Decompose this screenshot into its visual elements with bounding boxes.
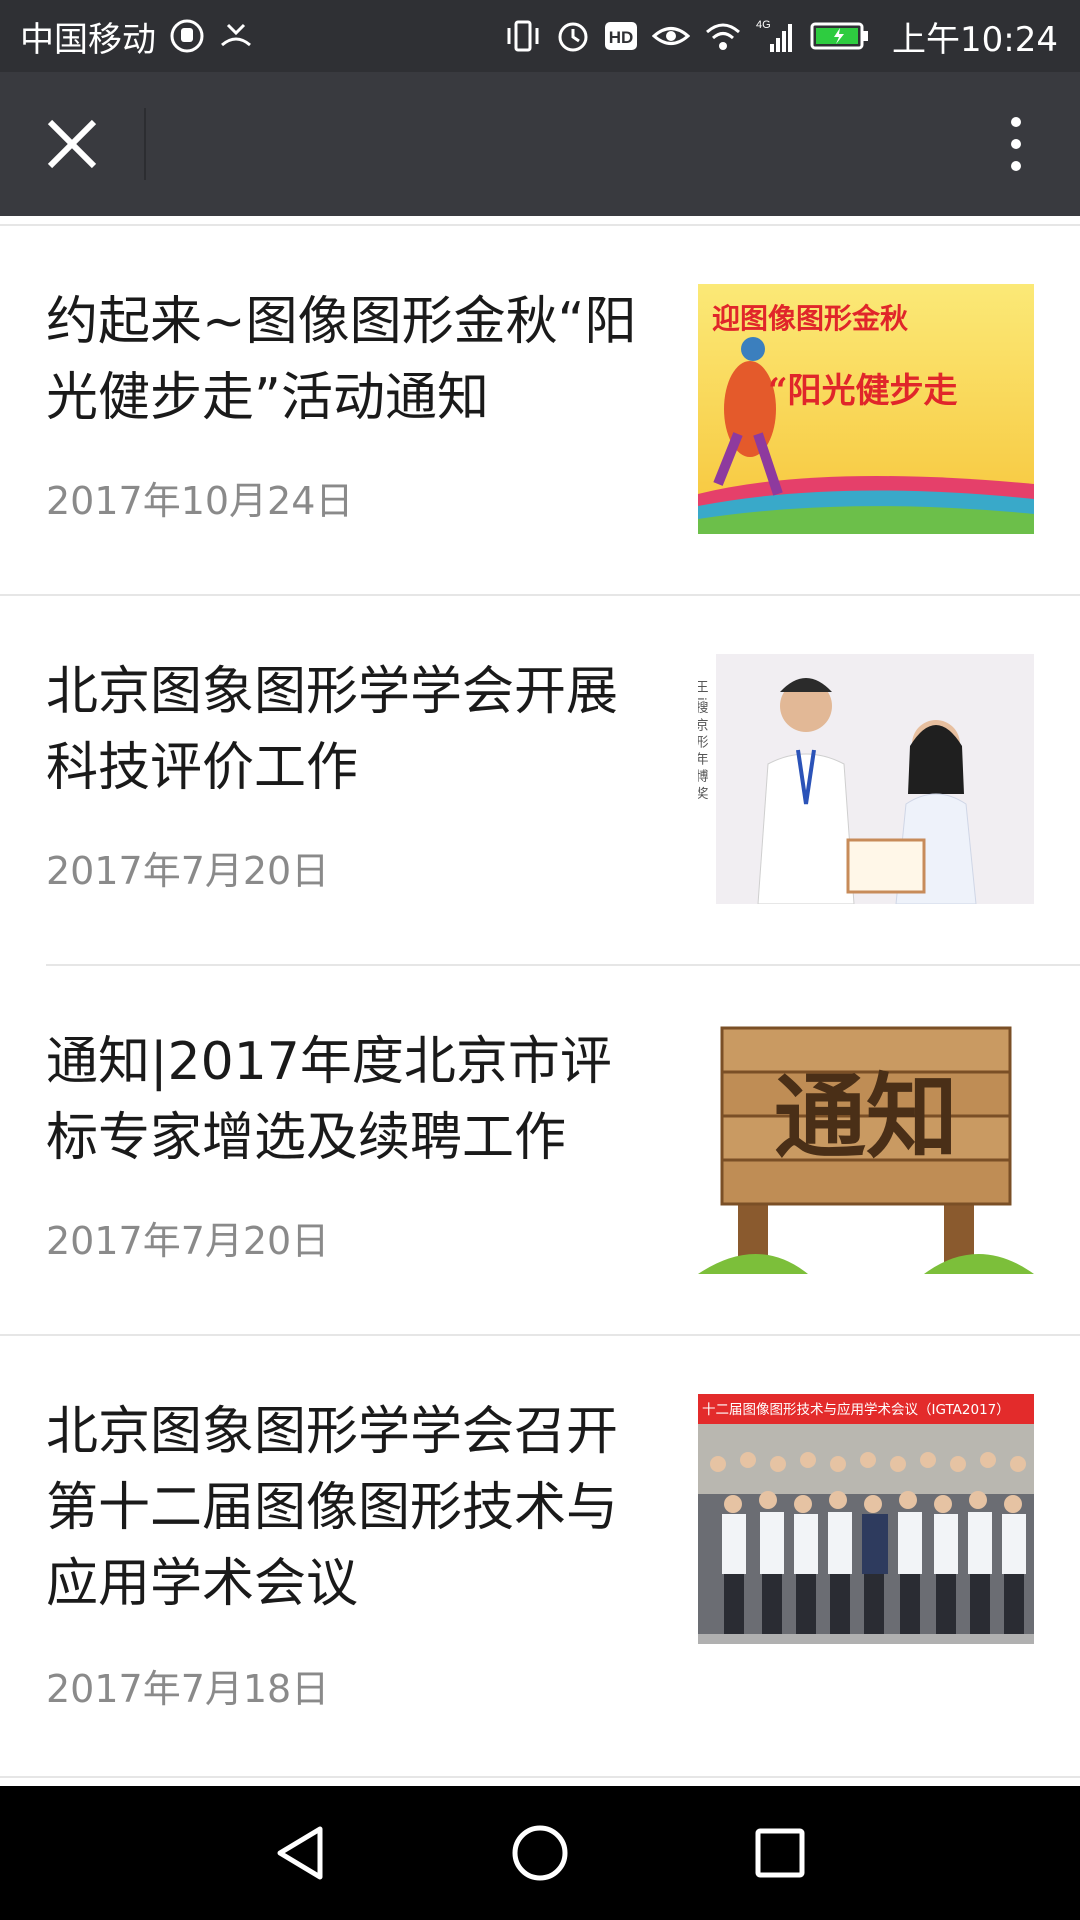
article-date: 2017年7月20日	[46, 1219, 330, 1263]
article-thumbnail: 十二届图像图形技术与应用学术会议（IGTA2017）	[698, 1394, 1034, 1644]
article-list: 约起来~图像图形金秋“阳光健步走”活动通知 2017年10月24日 迎图像图形金…	[0, 216, 1080, 1786]
svg-text:HD: HD	[609, 28, 634, 47]
article-thumbnail: 通知	[698, 1024, 1034, 1274]
home-button[interactable]	[500, 1813, 580, 1893]
article-title: 北京图象图形学学会开展科技评价工作	[46, 662, 619, 798]
status-bar: 中国移动 HD 4G 上午10:24	[0, 0, 1080, 72]
recents-square-icon	[755, 1828, 805, 1878]
article-thumbnail: 王 i搜 京 形 年 博 奖	[698, 654, 1034, 904]
article-date: 2017年7月18日	[46, 1667, 330, 1711]
article-date: 2017年7月20日	[46, 849, 330, 893]
article-item[interactable]: 通知|2017年度北京市评标专家增选及续聘工作 2017年7月20日 通知	[0, 966, 1080, 1336]
hand-icon	[170, 19, 204, 53]
thumbnail-text: 迎图像图形金秋	[712, 302, 909, 335]
article-item[interactable]: 约起来~图像图形金秋“阳光健步走”活动通知 2017年10月24日 迎图像图形金…	[0, 216, 1080, 596]
network-type-label: 4G	[756, 19, 771, 31]
walking-event-image: 迎图像图形金秋 “阳光健步走	[698, 284, 1034, 534]
item-divider	[0, 1776, 1080, 1778]
screen: 中国移动 HD 4G 上午10:24 约起来~图像图形金秋“阳光健步走”活动通知…	[0, 0, 1080, 1920]
article-title: 约起来~图像图形金秋“阳光健步走”活动通知	[46, 292, 637, 428]
conference-group-photo-image: 十二届图像图形技术与应用学术会议（IGTA2017）	[698, 1394, 1034, 1644]
title-divider	[144, 108, 146, 180]
notice-sign-image: 通知	[698, 1024, 1034, 1274]
wifi-icon	[704, 20, 742, 52]
article-item[interactable]: 北京图象图形学学会召开第十二届图像图形技术与应用学术会议 2017年7月18日 …	[0, 1336, 1080, 1784]
more-vertical-icon	[1011, 117, 1021, 171]
thumbnail-text: 通知	[774, 1063, 958, 1171]
signal-icon: 4G	[756, 18, 796, 54]
article-item[interactable]: 北京图象图形学学会开展科技评价工作 2017年7月20日 王 i搜 京 形 年 …	[0, 596, 1080, 966]
article-date: 2017年10月24日	[46, 479, 354, 523]
carrier-name: 中国移动	[20, 19, 156, 60]
alarm-icon	[556, 18, 590, 54]
thumbnail-side-text: 王 i搜 京 形 年 博 奖	[698, 680, 708, 800]
thumbnail-text: “阳光健步走	[768, 371, 958, 411]
hd-icon: HD	[604, 21, 638, 51]
status-time: 上午10:24	[892, 19, 1058, 60]
recents-button[interactable]	[740, 1813, 820, 1893]
thumbnail-banner-text: 十二届图像图形技术与应用学术会议（IGTA2017）	[702, 1401, 1010, 1418]
more-options-button[interactable]	[996, 108, 1036, 180]
vibrate-icon	[504, 18, 542, 54]
missed-call-icon	[218, 19, 254, 53]
close-icon	[47, 119, 97, 169]
award-photo-image: 王 i搜 京 形 年 博 奖	[698, 654, 1034, 904]
article-thumbnail: 迎图像图形金秋 “阳光健步走	[698, 284, 1034, 534]
back-button[interactable]	[260, 1813, 340, 1893]
status-left: 中国移动	[20, 0, 254, 72]
close-button[interactable]	[36, 108, 108, 180]
home-circle-icon	[512, 1825, 568, 1881]
eye-icon	[652, 21, 691, 51]
back-triangle-icon	[277, 1826, 323, 1880]
navigation-bar	[0, 1786, 1080, 1920]
status-right: HD 4G 上午10:24	[504, 0, 1058, 72]
article-title: 北京图象图形学学会召开第十二届图像图形技术与应用学术会议	[46, 1402, 619, 1614]
battery-icon	[810, 20, 870, 52]
article-title: 通知|2017年度北京市评标专家增选及续聘工作	[46, 1032, 612, 1168]
title-bar	[0, 72, 1080, 216]
